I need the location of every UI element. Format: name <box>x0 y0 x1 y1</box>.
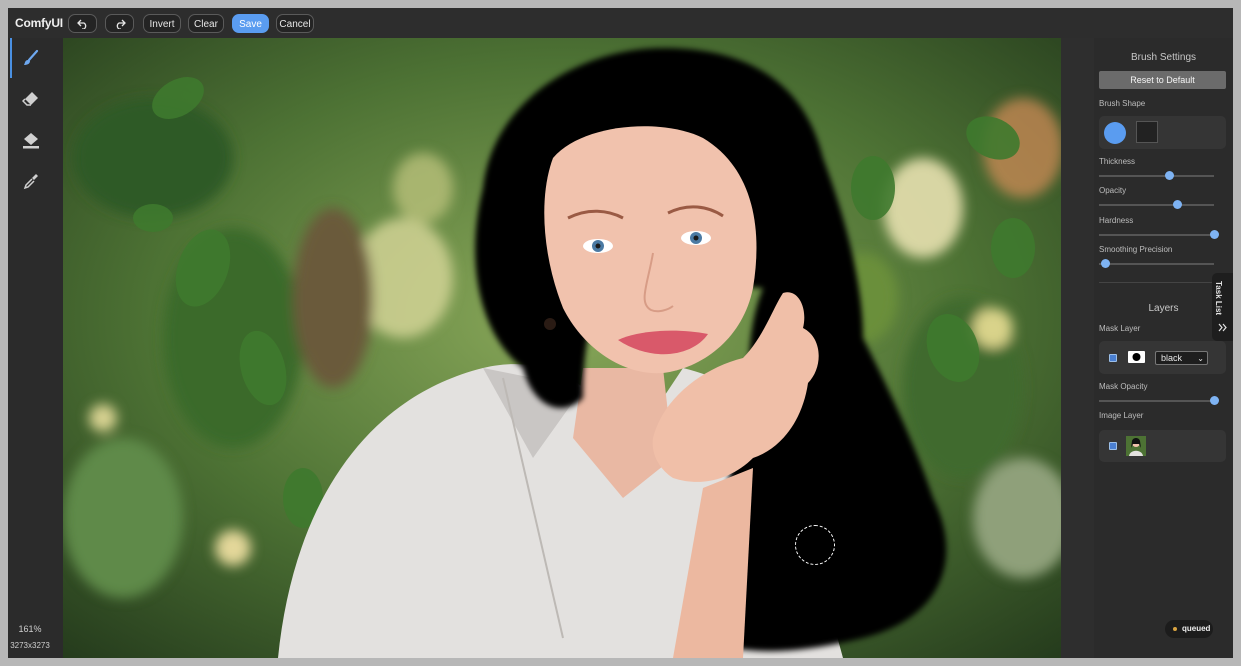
queue-status-badge[interactable]: queued <box>1165 620 1213 638</box>
hardness-label: Hardness <box>1099 216 1134 225</box>
image-layer-label: Image Layer <box>1099 411 1144 420</box>
mask-color-select[interactable]: black ⌄ <box>1155 351 1208 365</box>
undo-icon <box>76 19 86 29</box>
task-list-label: Task List <box>1214 281 1223 316</box>
smoothing-precision-slider[interactable] <box>1099 259 1214 268</box>
image-dimensions: 3273x3273 <box>10 641 50 650</box>
cancel-button[interactable]: Cancel <box>276 14 314 33</box>
save-button[interactable]: Save <box>232 14 269 33</box>
canvas-margin <box>1061 38 1094 658</box>
invert-button[interactable]: Invert <box>143 14 181 33</box>
opacity-label: Opacity <box>1099 186 1127 195</box>
thickness-slider-knob[interactable] <box>1165 171 1175 180</box>
photo-with-mask <box>63 38 1061 658</box>
brush-settings-title: Brush Settings <box>1130 52 1197 63</box>
color-picker-tool[interactable] <box>8 161 63 201</box>
reset-to-default-button[interactable]: Reset to Default <box>1099 71 1226 89</box>
smoothing-precision-label: Smoothing Precision <box>1099 245 1173 254</box>
mask-editor-window: ComfyUI Invert Clear Save Cancel 161% 32… <box>8 8 1233 658</box>
mask-opacity-slider[interactable] <box>1099 396 1219 405</box>
app-title: ComfyUI <box>15 16 63 30</box>
brush-cursor-ring <box>795 525 835 565</box>
active-tool-indicator <box>10 38 12 78</box>
opacity-slider-knob[interactable] <box>1173 200 1183 209</box>
undo-button[interactable] <box>68 14 97 33</box>
queue-status-dot <box>1173 627 1177 631</box>
mask-layer-row: black ⌄ <box>1099 341 1226 374</box>
thickness-slider[interactable] <box>1099 171 1214 180</box>
brush-shape-label: Brush Shape <box>1099 99 1146 108</box>
double-chevron-icon <box>1218 323 1227 332</box>
divider <box>1099 282 1226 283</box>
opacity-slider[interactable] <box>1099 200 1214 209</box>
image-canvas[interactable] <box>63 38 1061 658</box>
paint-bucket-icon <box>23 133 39 149</box>
image-layer-row <box>1099 430 1226 462</box>
mask-thumbnail-icon <box>1128 351 1145 363</box>
top-toolbar: ComfyUI Invert Clear Save Cancel <box>8 8 1233 38</box>
eraser-icon <box>22 92 38 106</box>
brush-shape-picker <box>1099 116 1226 149</box>
mask-layer-label: Mask Layer <box>1099 324 1141 333</box>
image-thumbnail-icon <box>1126 436 1146 456</box>
mask-layer-checkbox[interactable] <box>1109 354 1117 362</box>
tool-sidebar: 161% 3273x3273 <box>8 38 63 658</box>
redo-icon <box>116 19 126 29</box>
paint-bucket-tool[interactable] <box>8 120 63 160</box>
brush-icon <box>24 49 39 65</box>
eraser-tool[interactable] <box>8 79 63 119</box>
mask-opacity-label: Mask Opacity <box>1099 382 1148 391</box>
image-layer-checkbox[interactable] <box>1109 442 1117 450</box>
eyedropper-icon <box>23 174 38 190</box>
smoothing-precision-slider-knob[interactable] <box>1100 259 1110 268</box>
clear-button[interactable]: Clear <box>188 14 224 33</box>
square-shape-option[interactable] <box>1136 121 1158 143</box>
circle-shape-option[interactable] <box>1104 122 1126 144</box>
redo-button[interactable] <box>105 14 134 33</box>
zoom-level: 161% <box>18 624 42 634</box>
mask-opacity-slider-knob[interactable] <box>1210 396 1219 405</box>
brush-tool[interactable] <box>8 38 63 78</box>
hardness-slider[interactable] <box>1099 230 1219 239</box>
task-list-tab[interactable]: Task List <box>1212 273 1233 341</box>
thickness-label: Thickness <box>1099 157 1136 166</box>
settings-panel: Brush Settings Reset to Default Brush Sh… <box>1094 38 1233 658</box>
hardness-slider-knob[interactable] <box>1210 230 1219 239</box>
queue-status-label: queued <box>1182 624 1211 633</box>
